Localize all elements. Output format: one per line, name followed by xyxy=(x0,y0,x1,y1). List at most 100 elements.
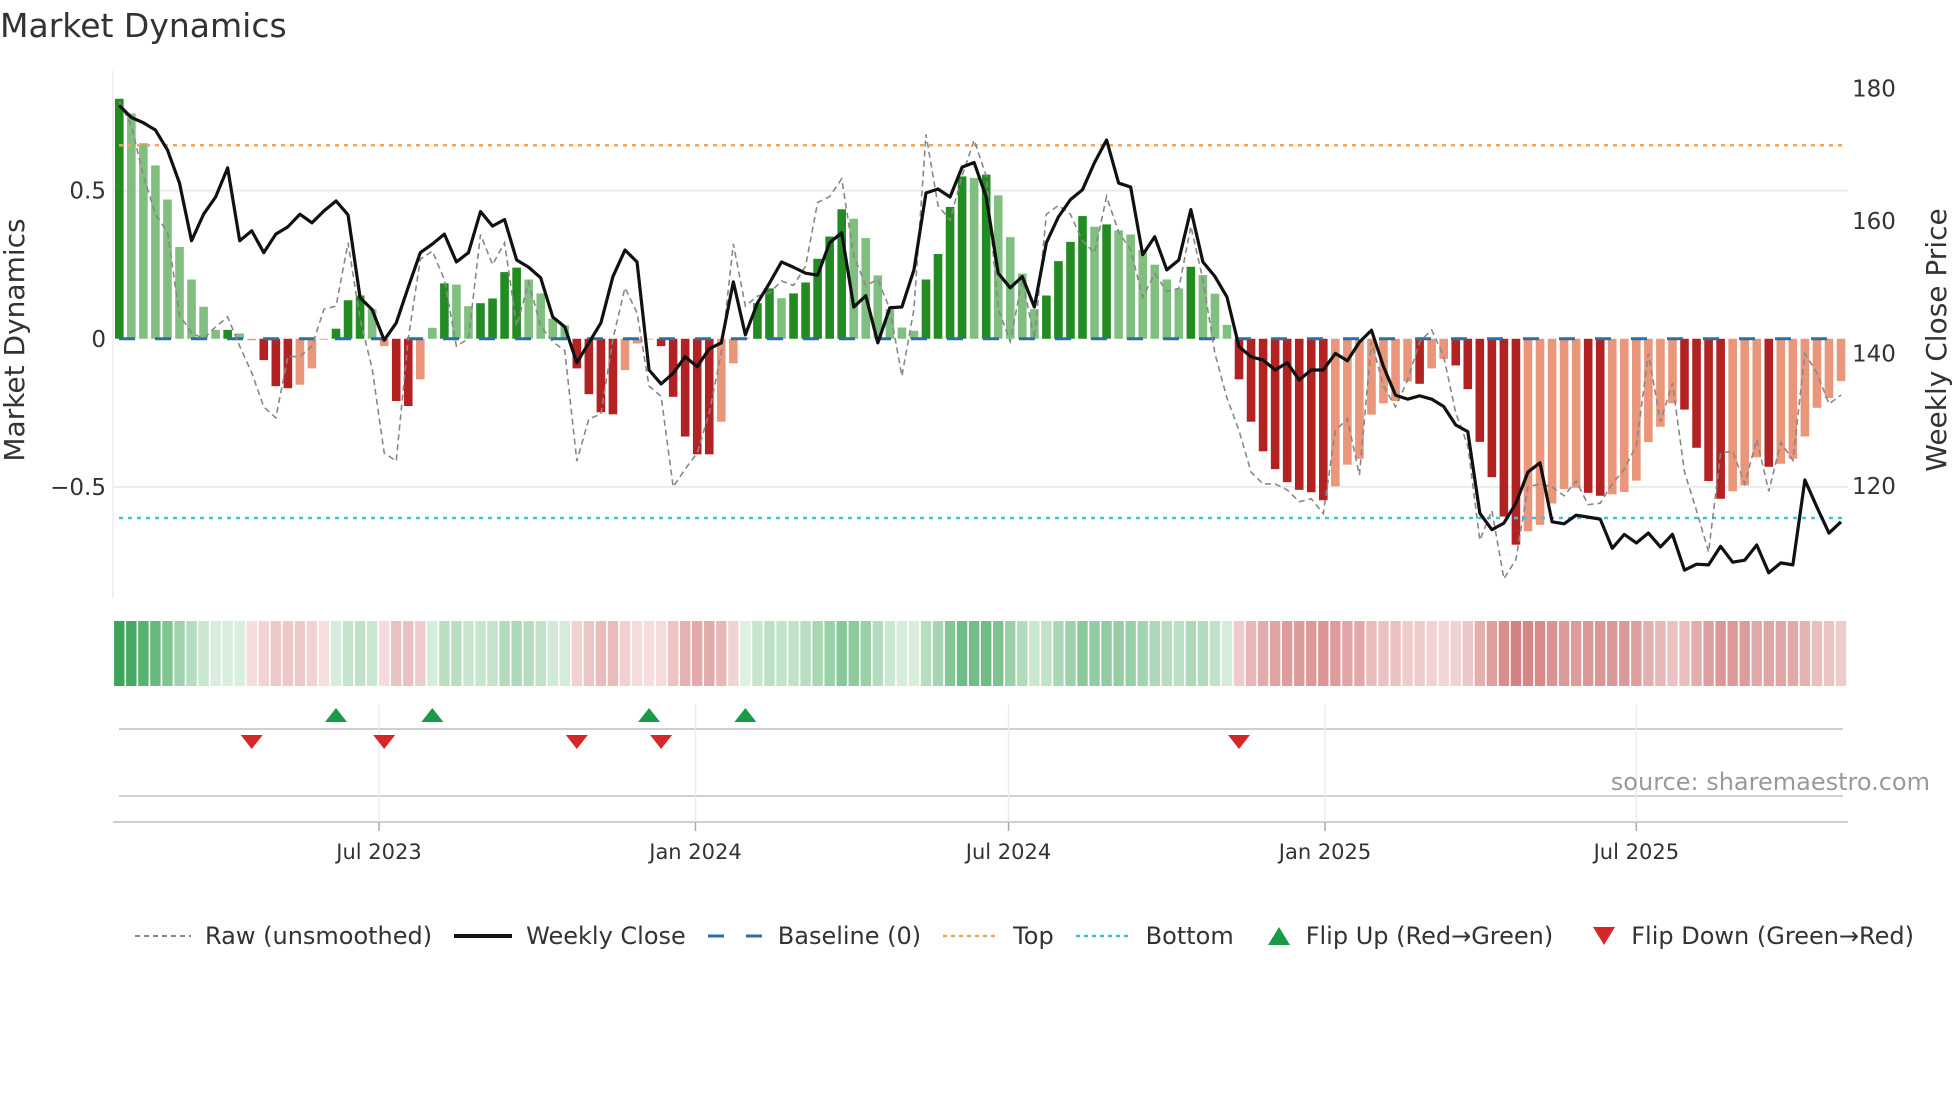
heatmap-cell xyxy=(704,621,715,686)
heatmap-cell xyxy=(1221,621,1233,686)
momentum-bar xyxy=(428,327,437,339)
heatmap-cell xyxy=(812,621,823,686)
heatmap-cell xyxy=(1233,621,1245,686)
heatmap-cell xyxy=(258,621,269,686)
momentum-bar xyxy=(343,300,353,339)
momentum-bar xyxy=(1692,338,1701,448)
heatmap-cell xyxy=(764,621,775,686)
momentum-bar xyxy=(1331,338,1340,487)
heatmap-cell xyxy=(848,621,859,686)
heatmap-cell xyxy=(535,621,546,686)
heatmap-cell xyxy=(1318,621,1329,686)
heatmap-cell xyxy=(908,621,920,686)
flip-down-marker xyxy=(565,735,588,749)
heatmap-cell xyxy=(1390,621,1401,686)
heatmap-cell xyxy=(740,621,751,686)
heatmap-cell xyxy=(860,621,871,686)
heatmap-cell xyxy=(1269,621,1281,686)
momentum-bar xyxy=(1174,288,1184,339)
legend-flip-up: Flip Up (Red→Green) xyxy=(1266,922,1553,950)
heatmap-cell xyxy=(1137,621,1148,686)
dashed-line-icon xyxy=(135,935,191,937)
legend-baseline: Baseline (0) xyxy=(707,922,921,950)
heatmap-cell xyxy=(487,621,498,686)
heatmap-cell xyxy=(1787,621,1799,686)
heatmap-cell xyxy=(944,621,956,686)
y2-tick-label: 160 xyxy=(1852,209,1896,235)
flip-down-marker xyxy=(240,735,263,749)
heatmap-cell xyxy=(1763,621,1774,686)
heatmap-cell xyxy=(427,621,438,686)
momentum-bar xyxy=(1090,226,1099,339)
heatmap-cell xyxy=(1257,621,1269,686)
heatmap-cell xyxy=(1294,621,1305,686)
x-tick-label: Jul 2023 xyxy=(334,840,421,864)
momentum-bar xyxy=(1294,338,1304,490)
heatmap-cell xyxy=(162,621,173,686)
heatmap-cell xyxy=(728,621,739,686)
momentum-bar xyxy=(391,338,401,401)
dotted-line-icon xyxy=(943,934,1000,938)
momentum-bar xyxy=(247,338,257,341)
heatmap-cell xyxy=(932,621,944,686)
heatmap-cell xyxy=(439,621,450,686)
momentum-bar xyxy=(1788,338,1798,459)
heatmap-cell xyxy=(306,621,318,686)
heatmap-cell xyxy=(619,621,631,686)
momentum-bar xyxy=(319,338,329,340)
heatmap-cell xyxy=(138,621,149,686)
heatmap-cell xyxy=(1655,621,1666,686)
heatmap-cell xyxy=(920,621,932,686)
heatmap-cell xyxy=(1643,621,1654,686)
momentum-bar xyxy=(488,298,497,339)
heatmap-cell xyxy=(1209,621,1221,686)
momentum-bar xyxy=(115,98,124,339)
momentum-bar xyxy=(1246,338,1256,422)
heatmap-cell xyxy=(1582,621,1594,686)
momentum-bar xyxy=(1824,338,1834,399)
momentum-bar xyxy=(1607,338,1617,495)
legend-close: Weekly Close xyxy=(454,922,686,950)
flip-up-marker xyxy=(325,708,348,722)
x-tick-label: Jul 2025 xyxy=(1592,840,1679,864)
heatmap-cell xyxy=(391,621,402,686)
momentum-bar xyxy=(1523,338,1533,532)
momentum-bar xyxy=(1162,279,1172,339)
heatmap-cell xyxy=(1161,621,1172,686)
heatmap-cell xyxy=(571,621,583,686)
heatmap-cell xyxy=(270,621,282,686)
momentum-bar xyxy=(524,279,533,339)
heatmap-cell xyxy=(1101,621,1112,686)
momentum-bar xyxy=(1114,230,1123,339)
heatmap-cell xyxy=(186,621,197,686)
momentum-bars xyxy=(115,98,1846,545)
momentum-bar xyxy=(837,209,846,339)
heatmap-cell xyxy=(234,621,245,686)
momentum-bar xyxy=(500,272,509,339)
solid-line-icon xyxy=(454,934,513,938)
heatmap-cell xyxy=(246,621,257,686)
heatmap-cell xyxy=(716,621,727,686)
heatmap-cell xyxy=(1438,621,1449,686)
flip-up-marker xyxy=(638,708,661,722)
heatmap-cell xyxy=(1607,621,1618,686)
heatmap-cell xyxy=(366,621,378,686)
momentum-bar xyxy=(1764,338,1774,467)
momentum-bar xyxy=(1427,338,1436,369)
heatmap-cell xyxy=(1029,621,1040,686)
heatmap-cell xyxy=(679,621,691,686)
heatmap-cell xyxy=(222,621,233,686)
momentum-bar xyxy=(1463,338,1473,390)
heatmap-cell xyxy=(1679,621,1690,686)
momentum-bar xyxy=(1042,295,1051,339)
momentum-bar xyxy=(259,338,269,361)
heatmap-cell xyxy=(884,621,896,686)
heatmap-cell xyxy=(595,621,607,686)
momentum-bar xyxy=(969,177,979,339)
dotted-line-icon xyxy=(1075,934,1132,938)
y2-tick-label: 140 xyxy=(1852,341,1896,367)
heatmap-cell xyxy=(643,621,655,686)
heatmap-cell xyxy=(692,621,703,686)
momentum-bar xyxy=(608,338,618,415)
momentum-bar xyxy=(1270,338,1280,470)
